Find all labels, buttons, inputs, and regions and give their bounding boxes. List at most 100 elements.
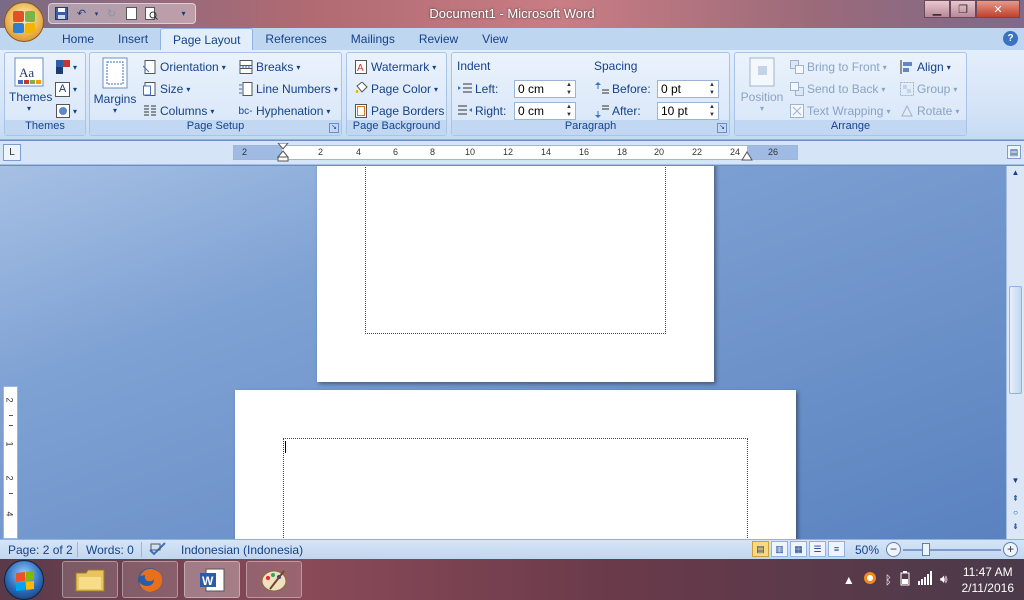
paragraph-launcher-icon[interactable]: ↘ — [717, 123, 727, 133]
indent-right-icon — [457, 104, 472, 119]
group-button[interactable]: Group ▾ — [899, 79, 957, 99]
full-screen-reading-view-icon[interactable]: ▥ — [771, 541, 788, 557]
horizontal-ruler[interactable]: 2 2 4 6 8 10 12 14 16 18 20 22 24 26 — [233, 143, 798, 163]
hyphenation-button[interactable]: bc- Hyphenation ▾ — [238, 101, 331, 121]
align-label: Align — [917, 60, 944, 74]
tab-references[interactable]: References — [253, 28, 338, 50]
word-count[interactable]: Words: 0 — [86, 543, 134, 557]
taskbar-firefox-button[interactable] — [122, 561, 178, 598]
page-1[interactable] — [317, 166, 714, 382]
proofing-icon[interactable] — [149, 541, 166, 560]
office-button[interactable] — [4, 2, 44, 42]
close-button[interactable]: ✕ — [976, 0, 1020, 18]
breaks-button[interactable]: Breaks ▾ — [238, 57, 300, 77]
language-indicator[interactable]: Indonesian (Indonesia) — [181, 543, 303, 557]
ruler-label: 2 — [318, 147, 324, 157]
svg-text:W: W — [202, 574, 214, 588]
text-wrapping-button[interactable]: Text Wrapping ▾ — [789, 101, 891, 121]
right-indent-marker-icon[interactable] — [741, 150, 753, 162]
restore-button[interactable]: ❐ — [950, 0, 976, 18]
page-setup-launcher-icon[interactable]: ↘ — [329, 123, 339, 133]
first-line-indent-marker-icon[interactable] — [277, 143, 289, 163]
page-color-button[interactable]: Page Color ▾ — [353, 79, 438, 99]
page-setup-group-label: Page Setup — [90, 120, 341, 135]
spacing-after-spinner-icon[interactable]: ▲ ▼ — [709, 103, 717, 119]
align-button[interactable]: Align ▾ — [899, 57, 951, 77]
theme-colors-button[interactable]: ▾ — [55, 57, 77, 77]
bring-to-front-label: Bring to Front — [807, 60, 880, 74]
taskbar-word-button[interactable]: W — [184, 561, 240, 598]
show-hidden-icons-icon[interactable]: ▲ — [843, 573, 855, 587]
tab-mailings[interactable]: Mailings — [339, 28, 407, 50]
outline-view-icon[interactable]: ☰ — [809, 541, 826, 557]
line-numbers-button[interactable]: Line Numbers ▾ — [238, 79, 338, 99]
next-page-icon[interactable]: ⇟ — [1009, 520, 1022, 533]
tab-review[interactable]: Review — [407, 28, 470, 50]
zoom-slider-thumb[interactable] — [922, 543, 930, 556]
position-button[interactable]: Position ▾ — [737, 57, 787, 113]
theme-effects-button[interactable]: ▾ — [55, 101, 77, 121]
vertical-scrollbar[interactable]: ▲ ▼ ⇞ ○ ⇟ — [1006, 166, 1024, 539]
zoom-slider-track[interactable] — [903, 549, 1001, 551]
theme-fonts-button[interactable]: A ▾ — [55, 79, 77, 99]
previous-page-icon[interactable]: ⇞ — [1009, 492, 1022, 505]
indent-left-input[interactable]: 0 cm ▲ ▼ — [514, 80, 576, 98]
minimize-button[interactable]: ▁ — [924, 0, 950, 18]
rotate-button[interactable]: Rotate ▾ — [899, 101, 959, 121]
indent-right-spinner-icon[interactable]: ▲ ▼ — [566, 103, 574, 119]
send-to-back-label: Send to Back — [807, 82, 879, 96]
office-logo-icon — [13, 11, 35, 33]
tab-view[interactable]: View — [470, 28, 520, 50]
bring-to-front-button[interactable]: Bring to Front ▾ — [789, 57, 887, 77]
size-button[interactable]: Size ▾ — [142, 79, 190, 99]
send-to-back-button[interactable]: Send to Back ▾ — [789, 79, 885, 99]
taskbar-paint-button[interactable] — [246, 561, 302, 598]
help-icon[interactable]: ? — [1003, 31, 1018, 46]
taskbar-explorer-button[interactable] — [62, 561, 118, 598]
zoom-in-icon[interactable]: + — [1003, 542, 1018, 557]
scrollbar-thumb[interactable] — [1009, 286, 1022, 394]
zoom-out-icon[interactable]: − — [886, 542, 901, 557]
spacing-before-input[interactable]: 0 pt ▲ ▼ — [657, 80, 719, 98]
margins-button[interactable]: Margins ▾ — [92, 57, 138, 115]
page-setup-group: Margins ▾ Orientation ▾ Size ▾ Columns ▾ Br… — [89, 52, 342, 136]
page-borders-button[interactable]: Page Borders — [353, 101, 444, 121]
ruler-label: 14 — [541, 147, 552, 157]
spacing-after-input[interactable]: 10 pt ▲ ▼ — [657, 102, 719, 120]
ruler-label: 8 — [430, 147, 436, 157]
view-ruler-button[interactable]: ▤ — [1007, 145, 1021, 159]
select-browse-object-icon[interactable]: ○ — [1009, 506, 1022, 519]
columns-button[interactable]: Columns ▾ — [142, 101, 214, 121]
ruler-label: 12 — [503, 147, 514, 157]
indent-right-input[interactable]: 0 cm ▲ ▼ — [514, 102, 576, 120]
volume-icon[interactable]: 🔊︎ — [940, 572, 948, 587]
orientation-button[interactable]: Orientation ▾ — [142, 57, 226, 77]
page-2[interactable] — [235, 390, 796, 539]
web-layout-view-icon[interactable]: ▦ — [790, 541, 807, 557]
tab-page-layout[interactable]: Page Layout — [160, 28, 254, 50]
page-indicator[interactable]: Page: 2 of 2 — [8, 543, 73, 557]
avast-icon[interactable] — [863, 571, 877, 588]
vertical-ruler[interactable]: 2 1 2 4 — [3, 386, 18, 539]
clock[interactable]: 11:47 AM 2/11/2016 — [962, 564, 1015, 596]
spacing-before-spinner-icon[interactable]: ▲ ▼ — [709, 81, 717, 97]
indent-left-spinner-icon[interactable]: ▲ ▼ — [566, 81, 574, 97]
network-signal-icon[interactable] — [917, 571, 932, 588]
battery-icon[interactable] — [900, 570, 910, 589]
document-area[interactable]: 2 1 2 4 — [0, 166, 1006, 539]
draft-view-icon[interactable]: ≡ — [828, 541, 845, 557]
watermark-button[interactable]: A Watermark ▾ — [353, 57, 436, 77]
scroll-up-icon[interactable]: ▲ — [1009, 166, 1022, 179]
bluetooth-icon[interactable]: ᛒ — [885, 573, 892, 587]
zoom-level[interactable]: 50% — [855, 543, 879, 557]
size-dropdown-icon: ▾ — [186, 84, 191, 94]
print-layout-view-icon[interactable]: ▤ — [752, 541, 769, 557]
start-button[interactable] — [4, 560, 44, 600]
scroll-down-icon[interactable]: ▼ — [1009, 474, 1022, 487]
themes-button[interactable]: Aa Themes ▾ — [9, 57, 52, 113]
tab-selector-button[interactable]: L — [3, 144, 21, 161]
tab-home[interactable]: Home — [50, 28, 106, 50]
paragraph-group-label: Paragraph — [452, 120, 729, 135]
tab-insert[interactable]: Insert — [106, 28, 160, 50]
svg-text:Aa: Aa — [19, 65, 34, 80]
